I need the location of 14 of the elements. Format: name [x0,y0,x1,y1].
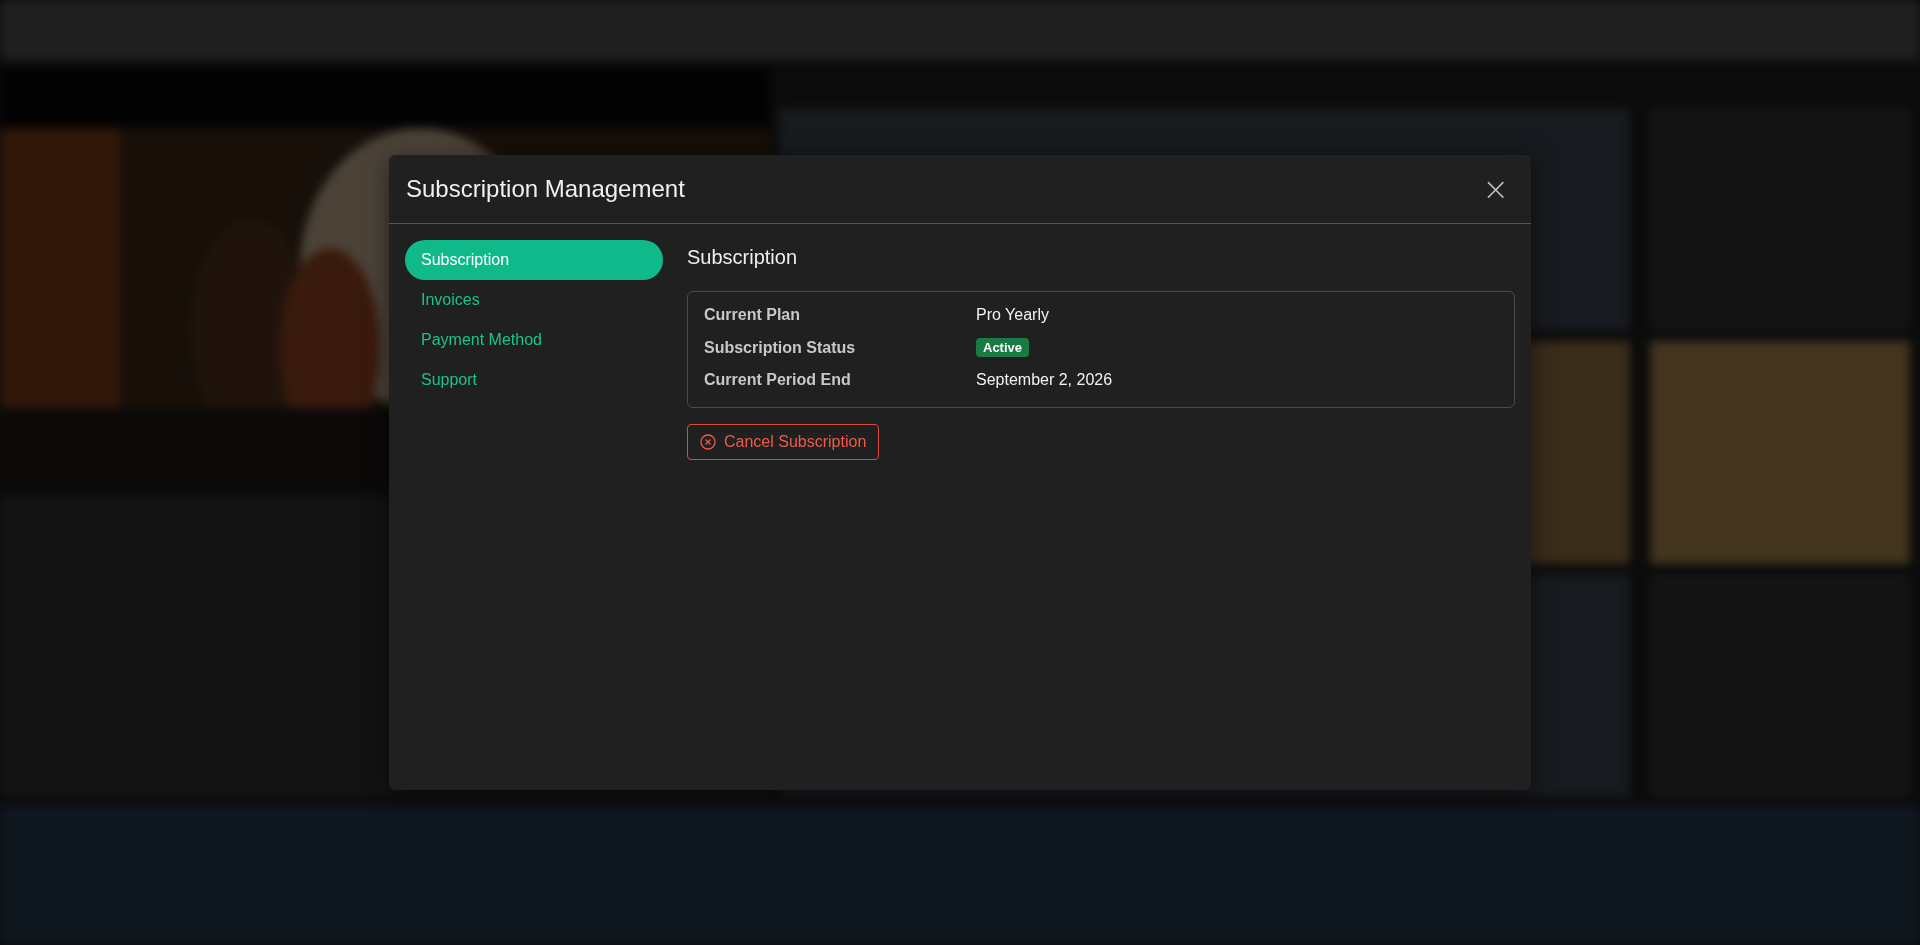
nav-item[interactable]: Support [405,360,663,400]
close-button[interactable]: × [1478,173,1513,205]
section-title: Subscription [687,246,798,269]
detail-label: Current Plan [704,306,801,324]
status-badge: Active [976,338,1030,357]
detail-label: Subscription Status [704,338,857,357]
detail-value: September 2, 2026 [976,371,1114,389]
nav-item[interactable]: Invoices [405,280,663,320]
cancel-circle-icon [700,434,716,450]
detail-value: Pro Yearly [976,306,1050,324]
dialog-title: Subscription Management [406,175,685,203]
cancel-subscription-button[interactable]: Cancel Subscription [687,424,880,460]
detail-label: Current Period End [704,371,852,389]
nav-item[interactable]: Payment Method [405,320,663,360]
